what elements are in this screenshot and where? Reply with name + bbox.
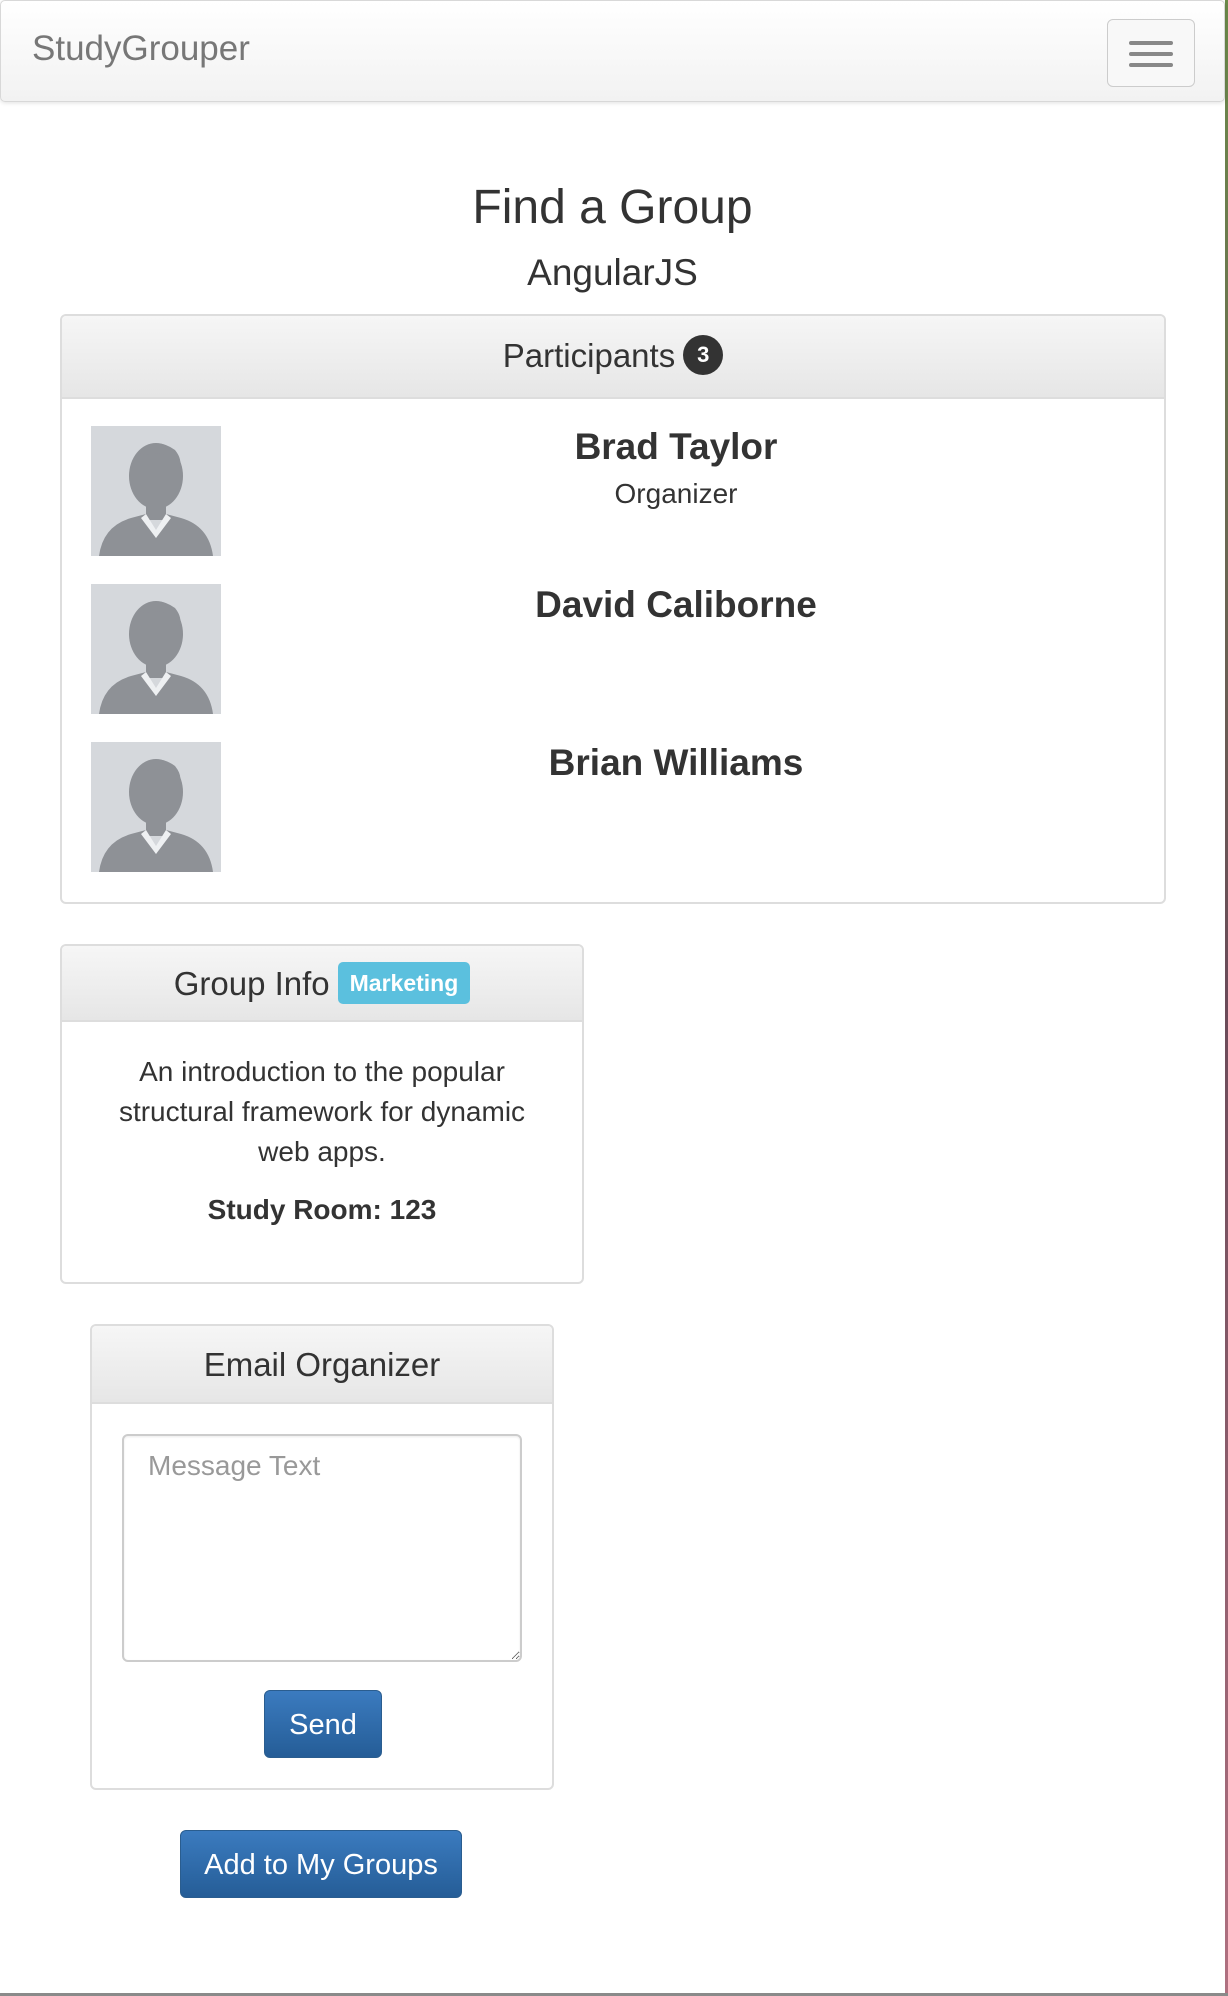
- hamburger-menu-icon: [1129, 52, 1173, 56]
- participants-title: Participants: [502, 337, 676, 374]
- participant-name: David Caliborne: [535, 584, 817, 625]
- default-user-avatar-icon: [91, 584, 221, 714]
- study-room: Study Room: 123: [207, 1194, 437, 1225]
- group-info-title: Group Info: [173, 965, 330, 1002]
- navbar: StudyGrouper: [0, 0, 1225, 102]
- email-organizer-heading: Email Organizer: [92, 1326, 552, 1404]
- hamburger-menu-icon: [1129, 41, 1173, 45]
- message-textarea[interactable]: [122, 1434, 522, 1662]
- add-to-my-groups-button[interactable]: Add to My Groups: [180, 1830, 462, 1898]
- participant-name: Brad Taylor: [574, 426, 778, 467]
- hamburger-menu-icon: [1129, 63, 1173, 67]
- participant-role: Organizer: [614, 478, 738, 509]
- send-button[interactable]: Send: [264, 1690, 382, 1758]
- brand-logo[interactable]: StudyGrouper: [32, 29, 250, 69]
- default-user-avatar-icon: [91, 742, 221, 872]
- group-description: An introduction to the popular structura…: [118, 1056, 526, 1167]
- participant-item: Brad Taylor Organizer: [91, 426, 1131, 556]
- category-label: Marketing: [337, 962, 471, 1005]
- participant-name: Brian Williams: [548, 742, 804, 783]
- participant-count-badge: 3: [683, 335, 724, 376]
- group-name: AngularJS: [527, 252, 698, 293]
- email-organizer-panel: Email Organizer Send: [90, 1324, 554, 1790]
- page-title: Find a Group: [472, 181, 753, 234]
- default-user-avatar-icon: [91, 426, 221, 556]
- participant-item: David Caliborne: [91, 584, 1131, 714]
- participants-panel: Participants 3 Brad Taylor Organizer Dav…: [60, 314, 1166, 904]
- participants-heading: Participants 3: [62, 316, 1164, 399]
- navbar-toggle-button[interactable]: [1107, 19, 1195, 87]
- participant-item: Brian Williams: [91, 742, 1131, 872]
- group-info-panel: Group Info Marketing An introduction to t…: [60, 944, 584, 1284]
- group-info-heading: Group Info Marketing: [62, 946, 582, 1022]
